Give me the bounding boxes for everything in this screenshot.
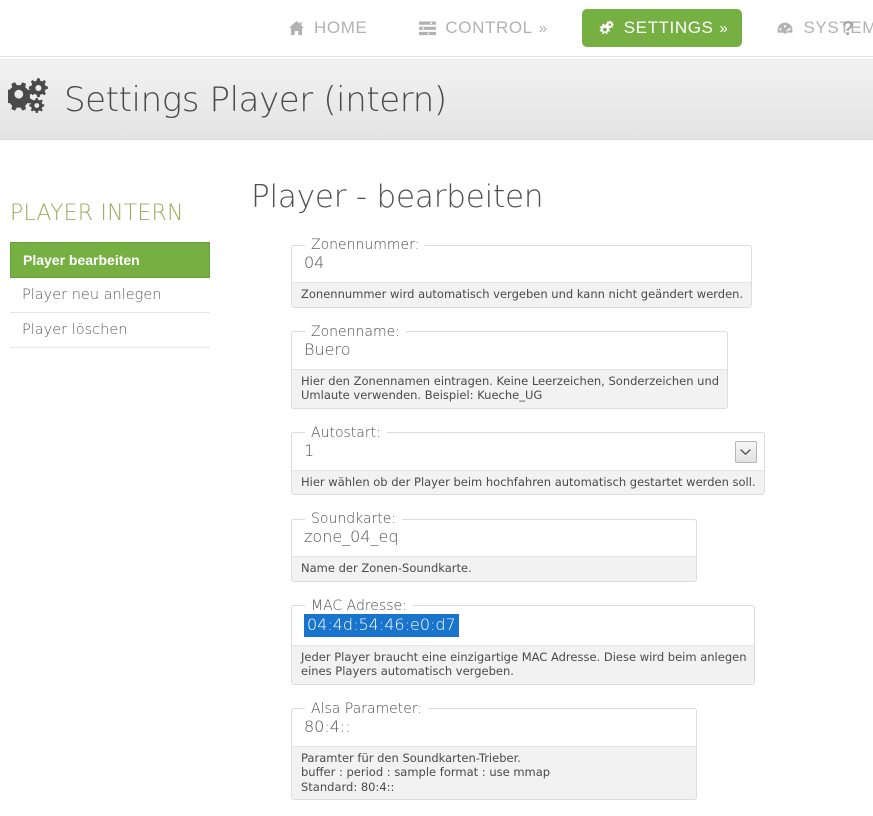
zonenname-input[interactable]: Buero <box>292 340 727 369</box>
nav-item-control[interactable]: CONTROL » <box>407 9 559 47</box>
field-legend: Soundkarte: <box>311 511 397 527</box>
nav-chevron: » <box>538 19 548 37</box>
field-help-text: Hier wählen ob der Player beim hochfahre… <box>292 469 764 494</box>
sidebar-item-player-neu-anlegen[interactable]: Player neu anlegen <box>10 278 210 313</box>
help-line: Paramter für den Soundkarten-Trieber. <box>301 750 521 765</box>
zonennummer-input[interactable]: 04 <box>292 253 751 282</box>
nav-item-label: SETTINGS <box>623 18 714 37</box>
field-mac-adresse: MAC Adresse: 04:4d:54:46:e0:d7 Jeder Pla… <box>291 597 756 685</box>
help-line: Hier wählen ob der Player beim hochfahre… <box>301 474 756 489</box>
cogs-icon <box>4 77 52 122</box>
help-line: Hier den Zonennamen eintragen. Keine Lee… <box>301 373 720 388</box>
main-title: Player - bearbeiten <box>251 179 544 215</box>
chevron-down-icon[interactable] <box>734 440 757 463</box>
help-line: Umlaute verwenden. Beispiel: Kueche_UG <box>301 388 543 402</box>
field-alsa-parameter: Alsa Parameter: 80:4:: Paramter für den … <box>291 700 697 800</box>
sidebar-title: PLAYER INTERN <box>10 201 184 226</box>
help-line: Zonennummer wird automatisch vergeben un… <box>301 287 744 301</box>
sidebar-item-player-loeschen[interactable]: Player löschen <box>10 313 210 348</box>
field-help-text: Hier den Zonennamen eintragen. Keine Lee… <box>292 368 728 408</box>
sliders-icon <box>419 21 437 36</box>
nav-item-settings[interactable]: SETTINGS » <box>581 9 743 47</box>
field-help-text: Zonennummer wird automatisch vergeben un… <box>292 282 752 307</box>
field-zonenname: Zonenname: Buero Hier den Zonennamen ein… <box>291 323 729 409</box>
help-line: Standard: 80:4:: <box>301 779 395 794</box>
page-header-band: Settings Player (intern) <box>0 59 873 140</box>
help-line: buffer : period : sample format : use mm… <box>301 765 551 779</box>
dashboard-icon <box>776 21 794 36</box>
sidebar-item-label: Player löschen <box>22 322 128 338</box>
sidebar-item-label: Player neu anlegen <box>22 287 162 303</box>
page-content: PLAYER INTERN Player bearbeiten Player n… <box>0 141 873 800</box>
page-title: Settings Player (intern) <box>64 79 447 120</box>
field-soundkarte: Soundkarte: zone_04_eq Name der Zonen-So… <box>291 511 697 582</box>
help-line: Jeder Player braucht eine einzigartige M… <box>301 649 747 664</box>
field-legend: MAC Adresse: <box>311 597 407 614</box>
nav-chevron: » <box>719 19 729 37</box>
help-line: Name der Zonen-Soundkarte. <box>301 561 472 575</box>
autostart-select-value[interactable]: 1 <box>292 441 314 470</box>
nav-item-home[interactable]: HOME <box>276 9 385 47</box>
field-legend: Zonennummer: <box>311 237 420 253</box>
nav-item-label: HOME <box>314 18 368 37</box>
sidebar: PLAYER INTERN Player bearbeiten Player n… <box>10 201 210 348</box>
field-legend: Autostart: <box>311 424 381 441</box>
mac-adresse-input[interactable]: 04:4d:54:46:e0:d7 <box>304 613 459 637</box>
field-help-text: Jeder Player braucht eine einzigartige M… <box>292 644 755 684</box>
field-zonennummer: Zonennummer: 04 Zonennummer wird automat… <box>291 237 753 308</box>
nav-item-label: CONTROL <box>445 18 533 37</box>
home-icon <box>288 20 305 36</box>
cogs-icon <box>596 20 615 36</box>
sidebar-item-player-bearbeiten[interactable]: Player bearbeiten <box>10 242 210 278</box>
field-help-text: Name der Zonen-Soundkarte. <box>292 556 696 581</box>
field-legend: Zonenname: <box>311 323 400 340</box>
nav-item-list: HOME CONTROL » SETTINGS » SYSTEM <box>276 0 873 56</box>
alsa-parameter-input[interactable]: 80:4:: <box>292 717 696 746</box>
field-autostart: Autostart: 1 Hier wählen ob der Player b… <box>291 424 765 495</box>
soundkarte-input[interactable]: zone_04_eq <box>292 527 696 556</box>
main-panel: Player - bearbeiten Zonennummer: 04 Zone… <box>251 179 765 816</box>
top-navigation-bar: HOME CONTROL » SETTINGS » SYSTEM ? <box>0 0 873 57</box>
field-legend: Alsa Parameter: <box>311 700 423 717</box>
field-help-text: Paramter für den Soundkarten-Trieber. bu… <box>292 745 696 799</box>
sidebar-item-label: Player bearbeiten <box>23 252 140 268</box>
help-button[interactable]: ? <box>831 14 865 44</box>
help-line: eines Players automatisch vergeben. <box>301 664 514 678</box>
